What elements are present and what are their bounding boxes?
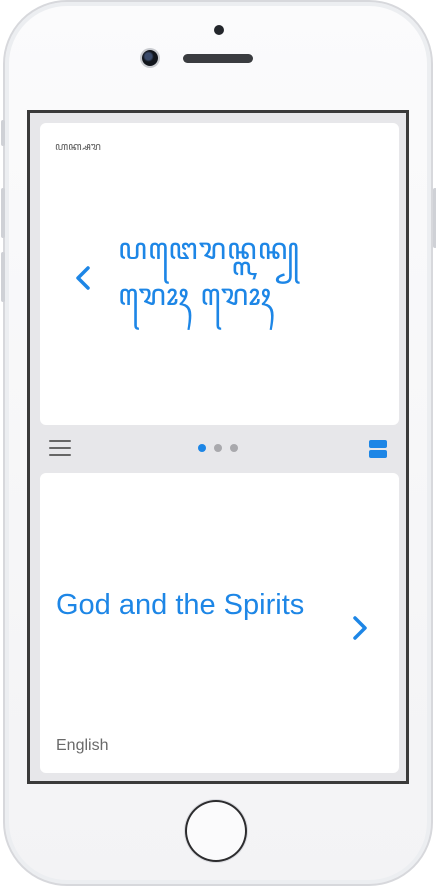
toolbar xyxy=(30,428,406,470)
earpiece-speaker xyxy=(183,54,253,63)
language-label: English xyxy=(56,737,109,754)
menu-bar xyxy=(49,447,71,449)
page-dot-3[interactable] xyxy=(230,444,238,452)
menu-bar xyxy=(49,454,71,456)
translation-card[interactable]: God and the Spirits English xyxy=(40,473,399,773)
proximity-sensor xyxy=(214,25,224,35)
menu-button[interactable] xyxy=(49,440,71,458)
chevron-right-icon xyxy=(353,616,367,640)
app-screen: ꦲꦏ꧀ꦱꦫ ꦥꦔꦺꦫꦤ꧀ꦭꦤ꧀ ꦫꦺꦴꦃ ꦫꦺꦴꦃ God and the Sp… xyxy=(27,110,409,784)
previous-button[interactable] xyxy=(68,258,98,298)
script-main-text: ꦥꦔꦺꦫꦤ꧀ꦭꦤ꧀ ꦫꦺꦴꦃ ꦫꦺꦴꦃ xyxy=(118,227,318,319)
menu-bar xyxy=(49,440,71,442)
front-camera xyxy=(142,50,158,66)
page-dot-1[interactable] xyxy=(198,444,206,452)
script-line: ꦫꦺꦴꦃ ꦫꦺꦴꦃ xyxy=(118,278,273,313)
page-indicator[interactable] xyxy=(198,444,238,452)
chevron-left-icon xyxy=(76,266,90,290)
volume-down-button xyxy=(1,252,5,302)
split-view-icon-bottom xyxy=(369,450,387,458)
home-button[interactable] xyxy=(185,800,247,862)
page-dot-2[interactable] xyxy=(214,444,222,452)
split-view-icon-top xyxy=(369,440,387,448)
script-line: ꦥꦔꦺꦫꦤ꧀ꦭꦤ꧀ xyxy=(118,232,300,267)
volume-up-button xyxy=(1,188,5,238)
script-card: ꦲꦏ꧀ꦱꦫ ꦥꦔꦺꦫꦤ꧀ꦭꦤ꧀ ꦫꦺꦴꦃ ꦫꦺꦴꦃ xyxy=(40,123,399,425)
mute-switch xyxy=(1,120,5,146)
card-title: God and the Spirits xyxy=(56,589,305,621)
split-view-button[interactable] xyxy=(369,440,387,458)
next-button[interactable] xyxy=(345,608,375,648)
script-header-label: ꦲꦏ꧀ꦱꦫ xyxy=(55,140,101,153)
